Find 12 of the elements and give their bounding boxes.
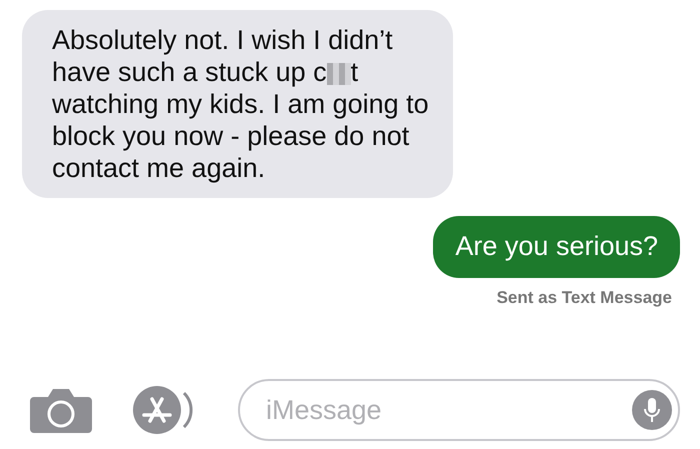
message-text: have such a stuck up c t xyxy=(52,56,360,88)
message-text: Are you serious? xyxy=(455,230,658,262)
message-text: contact me again. xyxy=(52,152,266,184)
message-text: block you now - please do not xyxy=(52,120,410,152)
delivery-status: Sent as Text Message xyxy=(496,288,672,308)
message-text: watching my kids. I am going to xyxy=(52,88,429,120)
compose-field[interactable]: iMessage xyxy=(238,379,680,441)
camera-icon[interactable] xyxy=(30,387,92,433)
message-input[interactable]: iMessage xyxy=(264,394,632,426)
message-text: Absolutely not. I wish I didn’t xyxy=(52,24,394,56)
microphone-icon xyxy=(643,397,661,423)
microphone-button[interactable] xyxy=(632,390,672,430)
